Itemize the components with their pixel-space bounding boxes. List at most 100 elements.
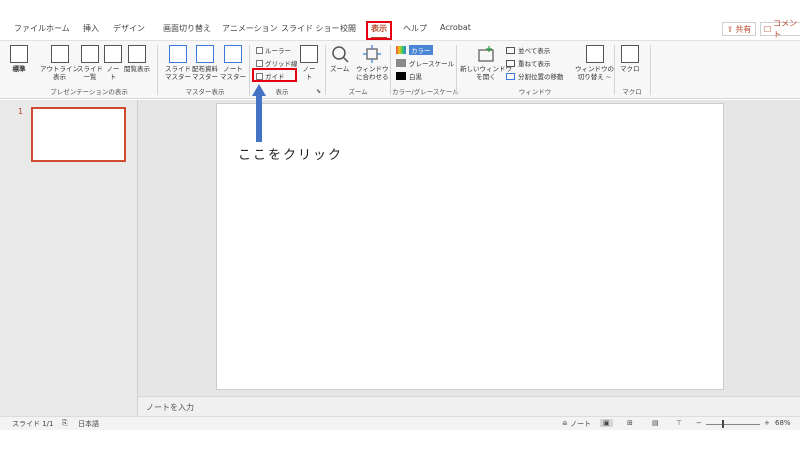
split-icon bbox=[506, 72, 515, 80]
comment-label: コメント bbox=[773, 19, 798, 39]
bw-swatch-icon bbox=[396, 72, 406, 80]
gridlines-check[interactable] bbox=[256, 59, 263, 67]
accessibility-icon[interactable]: ⎘ bbox=[62, 419, 68, 428]
new-window-button[interactable]: 新しいウィンドウ を開く bbox=[460, 45, 512, 81]
slide-counter: スライド 1/1 bbox=[12, 420, 54, 428]
normal-view-label: 標準 bbox=[12, 65, 26, 73]
zoom-level[interactable]: 68% bbox=[775, 419, 791, 427]
slide-number: 1 bbox=[18, 107, 24, 116]
tab-review[interactable]: 校閲 bbox=[340, 23, 356, 34]
share-button[interactable]: ⇪ 共有 bbox=[722, 22, 756, 36]
notes-placeholder: ノートを入力 bbox=[146, 403, 194, 412]
notes-toggle-label: ノート bbox=[570, 420, 592, 428]
guides-highlight bbox=[252, 68, 297, 82]
switch-window-icon bbox=[585, 45, 604, 63]
notes-master-icon bbox=[224, 45, 242, 63]
slideshow-status-icon[interactable]: ⊤ bbox=[676, 419, 682, 427]
tab-slideshow[interactable]: スライド ショー bbox=[281, 23, 340, 34]
move-split-button[interactable]: 分割位置の移動 bbox=[506, 71, 564, 81]
reading-view-button[interactable]: 閲覧表示 bbox=[124, 45, 150, 73]
fit-window-label: ウィンドウ に合わせる bbox=[356, 65, 389, 81]
gridlines-checkbox[interactable]: グリッド線 bbox=[256, 58, 298, 68]
group-divider bbox=[249, 45, 250, 95]
zoom-in-icon[interactable]: + bbox=[764, 419, 770, 427]
notes-button-label: ノー ト bbox=[302, 65, 316, 81]
window-group-label: ウィンドウ bbox=[518, 88, 552, 96]
group-divider bbox=[390, 45, 391, 95]
switch-window-label: ウィンドウの 切り替え ~ bbox=[575, 65, 614, 81]
tab-animations[interactable]: アニメーション bbox=[222, 23, 278, 34]
arrange-all-button[interactable]: 並べて表示 bbox=[506, 45, 550, 55]
zoom-group-label: ズーム bbox=[348, 88, 368, 96]
color-label: カラー bbox=[409, 45, 433, 55]
share-label: 共有 bbox=[735, 24, 752, 34]
notes-page-button[interactable]: ノー ト bbox=[104, 45, 122, 81]
normal-view-button[interactable]: 標準 bbox=[10, 45, 28, 73]
zoom-out-icon[interactable]: − bbox=[696, 419, 702, 427]
ruler-check[interactable] bbox=[256, 46, 263, 54]
slide-thumbnail[interactable] bbox=[31, 107, 126, 162]
macro-group-label: マクロ bbox=[622, 88, 642, 96]
gridlines-label: グリッド線 bbox=[265, 60, 298, 68]
color-swatch-icon bbox=[396, 46, 406, 54]
bw-label: 白黒 bbox=[409, 73, 422, 81]
color-group-label: カラー/グレースケール bbox=[392, 88, 459, 96]
group-divider bbox=[650, 45, 651, 95]
comment-button[interactable]: ☐ コメント bbox=[760, 19, 800, 39]
view-tab-highlight bbox=[366, 21, 392, 40]
tab-transitions[interactable]: 画面切り替え bbox=[163, 23, 211, 34]
zoom-slider[interactable] bbox=[706, 424, 760, 425]
notes-toggle-button[interactable]: ≘ ノート bbox=[562, 419, 591, 429]
tab-help[interactable]: ヘルプ bbox=[403, 23, 427, 34]
grayscale-label: グレースケール bbox=[409, 60, 455, 68]
handout-master-label: 配布資料 マスター bbox=[192, 65, 218, 81]
group-divider bbox=[456, 45, 457, 95]
slide-master-button[interactable]: スライド マスター bbox=[165, 45, 191, 81]
move-split-label: 分割位置の移動 bbox=[518, 73, 564, 81]
language-indicator[interactable]: 日本語 bbox=[78, 419, 99, 429]
tab-home[interactable]: ホーム bbox=[46, 23, 70, 34]
zoom-button[interactable]: ズーム bbox=[330, 45, 349, 73]
ruler-checkbox[interactable]: ルーラー bbox=[256, 45, 291, 55]
ribbon-tab-bar: ファイル ホーム 挿入 デザイン 画面切り替え アニメーション スライド ショー… bbox=[0, 20, 800, 41]
fit-to-window-button[interactable]: ウィンドウ に合わせる bbox=[356, 45, 389, 81]
cascade-button[interactable]: 重ねて表示 bbox=[506, 58, 551, 68]
slide-sorter-label: スライド 一覧 bbox=[77, 65, 103, 81]
new-window-icon bbox=[478, 46, 494, 62]
notes-toggle-icon: ≘ bbox=[562, 420, 568, 428]
notes-button[interactable]: ノー ト bbox=[300, 45, 318, 81]
outline-view-button[interactable]: アウトライン 表示 bbox=[40, 45, 79, 81]
tab-acrobat[interactable]: Acrobat bbox=[440, 23, 471, 32]
notes-pane[interactable]: ノートを入力 bbox=[138, 396, 800, 416]
slide-sorter-button[interactable]: スライド 一覧 bbox=[77, 45, 103, 81]
group-divider bbox=[325, 45, 326, 95]
zoom-slider-thumb[interactable] bbox=[722, 420, 724, 428]
handout-master-button[interactable]: 配布資料 マスター bbox=[192, 45, 218, 81]
grayscale-option[interactable]: グレースケール bbox=[396, 58, 454, 68]
macro-icon bbox=[620, 45, 639, 63]
status-bar: スライド 1/1 ⎘ 日本語 ≘ ノート ▣ ⊞ ▤ ⊤ − + 68% bbox=[0, 416, 800, 430]
reading-view-label: 閲覧表示 bbox=[124, 65, 150, 73]
notes-page-icon bbox=[104, 45, 122, 63]
tab-design[interactable]: デザイン bbox=[113, 23, 145, 34]
cascade-icon bbox=[506, 59, 515, 67]
normal-view-icon bbox=[10, 45, 28, 63]
slide-master-label: スライド マスター bbox=[165, 65, 191, 81]
tab-insert[interactable]: 挿入 bbox=[83, 23, 99, 34]
dialog-launcher-icon[interactable]: ⬊ bbox=[316, 88, 321, 95]
grayscale-swatch-icon bbox=[396, 59, 406, 67]
ruler-label: ルーラー bbox=[265, 47, 291, 55]
macro-button[interactable]: マクロ bbox=[620, 45, 640, 73]
black-white-option[interactable]: 白黒 bbox=[396, 71, 422, 81]
tab-file[interactable]: ファイル bbox=[14, 23, 46, 34]
slide-master-icon bbox=[169, 45, 187, 63]
normal-view-status-icon[interactable]: ▣ bbox=[600, 419, 613, 427]
slide-sorter-status-icon[interactable]: ⊞ bbox=[627, 419, 633, 427]
switch-window-button[interactable]: ウィンドウの 切り替え ~ bbox=[575, 45, 614, 81]
notes-master-button[interactable]: ノート マスター bbox=[220, 45, 246, 81]
notes-icon bbox=[300, 45, 318, 63]
color-option[interactable]: カラー bbox=[396, 45, 433, 55]
group-divider bbox=[157, 45, 158, 95]
arrange-icon bbox=[506, 46, 515, 54]
reading-view-status-icon[interactable]: ▤ bbox=[652, 419, 659, 427]
